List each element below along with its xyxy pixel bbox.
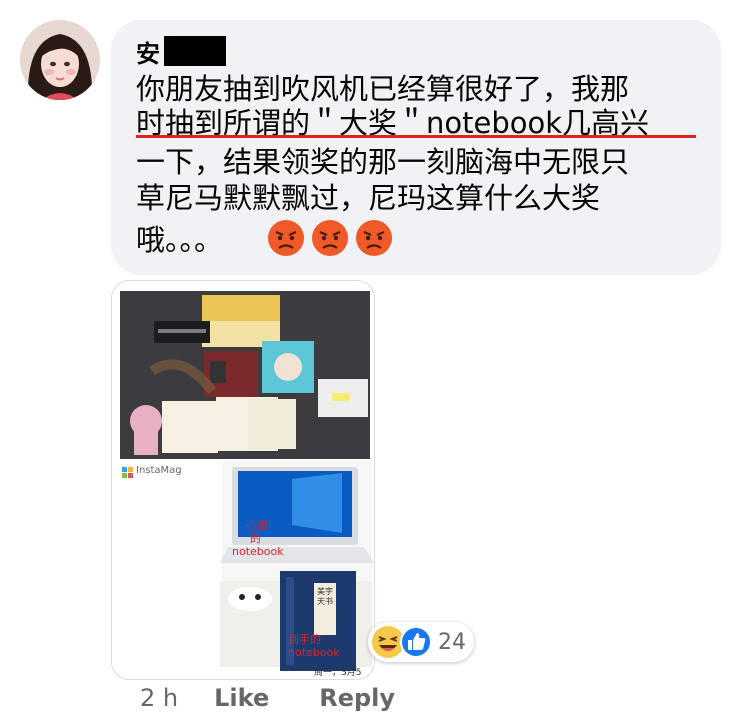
reaction-summary[interactable]: 24 bbox=[368, 622, 474, 662]
avatar-photo bbox=[20, 20, 100, 100]
comment-text-line: 哦。。。 bbox=[136, 223, 224, 257]
comment-text-line: 你朋友抽到吹风机已经算很好了，我那 bbox=[136, 72, 630, 106]
notebook-title: 美字天书 bbox=[317, 587, 333, 606]
comment-text-line: 草尼马默默飘过，尼玛这算什么大奖 bbox=[136, 181, 601, 215]
like-icon bbox=[400, 626, 432, 658]
caption-received-line: 到手的 bbox=[288, 633, 321, 646]
comment-meta-row: 2 h Like Reply bbox=[140, 684, 445, 712]
collage-photo bbox=[120, 291, 374, 671]
reaction-count: 24 bbox=[438, 629, 466, 655]
angry-face-icon bbox=[312, 220, 348, 256]
avatar[interactable] bbox=[20, 20, 100, 100]
caption-expected-line: 的 bbox=[250, 532, 261, 545]
comment-text-line: 一下，结果领奖的那一刻脑海中无限只 bbox=[136, 145, 630, 179]
date-stamp: 周一，3月5 bbox=[314, 668, 362, 678]
red-underline-annotation bbox=[136, 135, 696, 138]
caption-expected: 心想 的 notebook bbox=[224, 519, 294, 558]
like-button[interactable]: Like bbox=[214, 684, 269, 712]
emoji-row bbox=[266, 218, 394, 258]
caption-received: 到手的 notebook bbox=[288, 633, 340, 659]
reply-button[interactable]: Reply bbox=[319, 684, 395, 712]
angry-face-icon bbox=[268, 220, 304, 256]
redaction-bar bbox=[164, 36, 226, 66]
angry-face-icon bbox=[356, 220, 392, 256]
caption-received-line: notebook bbox=[288, 646, 340, 659]
instamag-label: InstaMag bbox=[136, 465, 182, 476]
attached-image[interactable]: InstaMag 心想 的 notebook 美字天书 到手的 notebook… bbox=[111, 280, 375, 680]
caption-expected-line: 心想 bbox=[246, 519, 268, 532]
comment-timestamp[interactable]: 2 h bbox=[140, 684, 178, 712]
caption-expected-line: notebook bbox=[232, 545, 284, 558]
comment-author-row: 安 bbox=[136, 34, 226, 68]
comment-author-name[interactable]: 安 bbox=[136, 34, 160, 69]
